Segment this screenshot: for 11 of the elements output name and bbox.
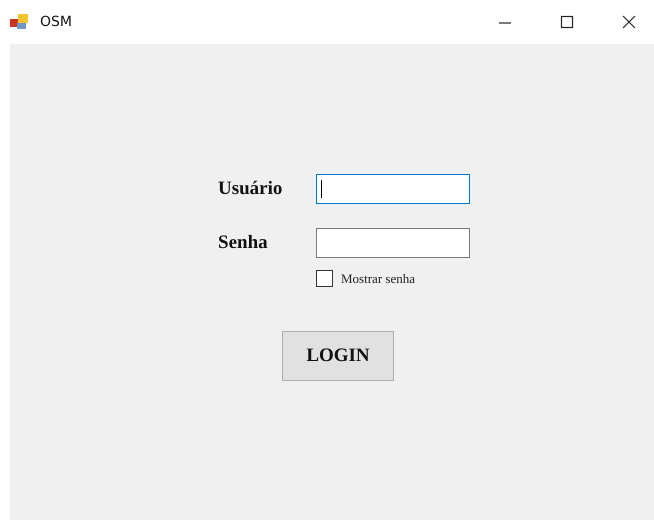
close-icon[interactable] bbox=[622, 15, 636, 29]
window-title: OSM bbox=[40, 14, 72, 30]
app-icon bbox=[10, 14, 28, 30]
field-label: Usuário bbox=[218, 178, 284, 200]
checkbox-label[interactable]: Mostrar senha bbox=[341, 270, 416, 286]
input-field[interactable] bbox=[316, 174, 470, 204]
input-field[interactable] bbox=[316, 228, 470, 258]
login-button[interactable]: LOGIN bbox=[282, 331, 394, 381]
maximize-icon[interactable] bbox=[560, 15, 574, 29]
checkbox[interactable] bbox=[316, 270, 333, 287]
field-label: Senha bbox=[218, 232, 269, 254]
